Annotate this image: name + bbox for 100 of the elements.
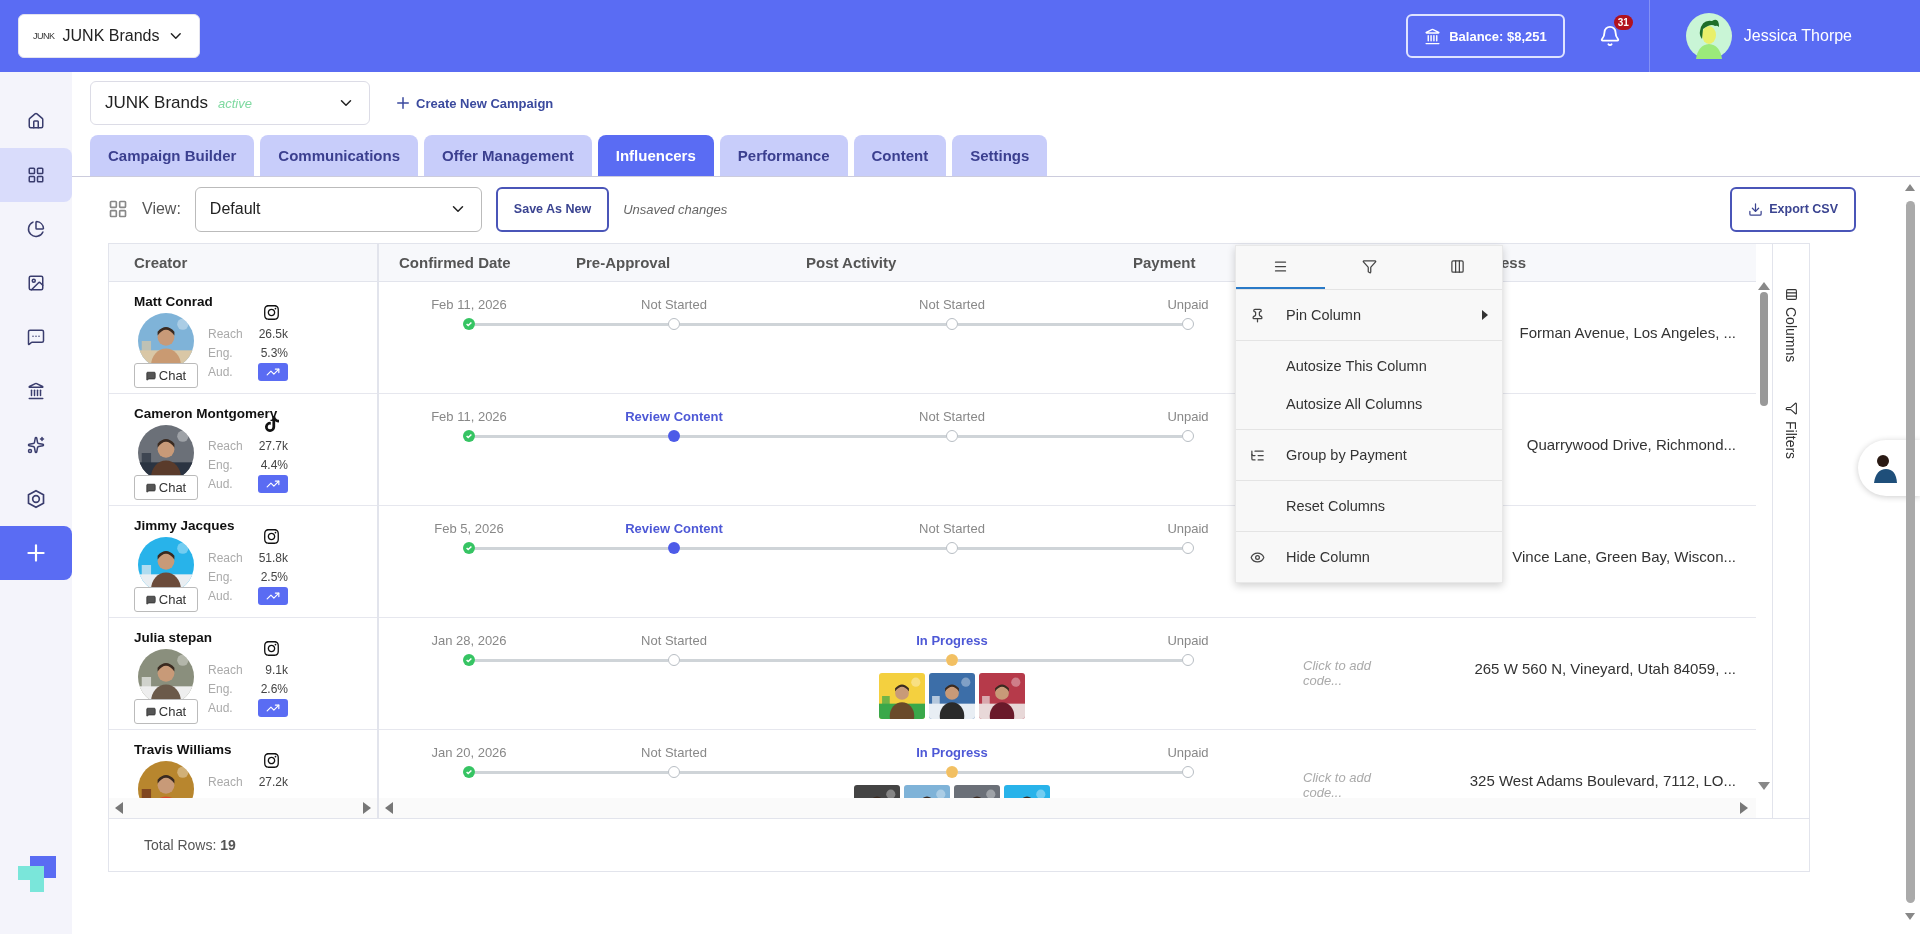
create-campaign-link[interactable]: Create New Campaign [394,94,554,112]
stat-value: 5.3% [260,345,288,360]
chat-button[interactable]: Chat [134,363,198,388]
stat-value: 9.1k [265,662,288,677]
list-icon [1250,447,1265,463]
menu-item[interactable]: Group by Payment [1236,436,1502,474]
stat-label: Eng. [208,345,233,360]
view-icon [108,199,128,219]
menu-item[interactable]: Autosize All Columns [1236,385,1502,423]
stat-label: Aud. [208,588,233,603]
creator-name: Travis Williams [134,742,233,757]
scroll-up-arrow[interactable] [1758,282,1770,290]
tab[interactable]: Influencers [597,135,714,176]
side-panel-tab[interactable]: Filters [1783,402,1799,460]
step-label: Not Started [919,409,985,426]
scroll-up-arrow[interactable] [1905,184,1915,191]
sidebar-item[interactable] [0,148,72,202]
address-text: Vince Lane, Green Bay, Wiscon... [1512,548,1736,565]
step-label: Not Started [641,297,707,314]
pie-chart-icon [27,220,45,238]
step-label: Jan 20, 2026 [431,745,507,762]
chat-icon [145,706,156,717]
stat-value: 2.6% [260,681,288,696]
step-label: Feb 5, 2026 [434,521,504,538]
brand-logo: JUNK [33,31,55,41]
eye-icon [1250,549,1265,565]
chat-icon [145,594,156,605]
campaign-selector[interactable]: JUNK Brands active [90,81,370,125]
address-text: 325 West Adams Boulevard, 7112, LO... [1469,772,1736,789]
step-label: Unpaid [1167,633,1209,650]
step-label: Unpaid [1167,521,1209,538]
audience-button[interactable] [258,474,288,493]
scroll-right-arrow[interactable] [363,802,371,814]
step-label: Unpaid [1167,409,1209,426]
scrollbar-thumb[interactable] [1905,201,1915,903]
audience-button[interactable] [258,698,288,717]
stat-label: Reach [208,774,243,789]
stat-value: 27.7k [258,438,288,453]
tab[interactable]: Communications [260,135,419,176]
menu-item[interactable]: Hide Column [1236,538,1502,576]
bank-icon [27,382,45,400]
columns-icon [1784,288,1798,301]
stat-value: 26.5k [258,326,288,341]
stat-label: Aud. [208,700,233,715]
stat-label: Reach [208,326,243,341]
chat-icon [145,370,156,381]
stat-label: Eng. [208,569,233,584]
stat-label: Reach [208,438,243,453]
brand-selector[interactable]: JUNK JUNK Brands [18,14,200,58]
export-csv-button[interactable]: Export CSV [1730,186,1856,232]
menu-item[interactable]: Reset Columns [1236,487,1502,525]
stat-label: Reach [208,550,243,565]
step-label: Feb 11, 2026 [431,409,507,426]
stat-label: Eng. [208,457,233,472]
stat-label: Eng. [208,681,233,696]
menu-icon [1272,259,1288,274]
menu-item[interactable]: Autosize This Column [1236,347,1502,385]
chat-button[interactable]: Chat [134,475,198,500]
tab[interactable]: Performance [719,135,848,176]
chat-button[interactable]: Chat [134,699,198,724]
column-header: Confirmed Date [399,254,511,271]
status-label: active [218,95,252,111]
address-text: 265 W 560 N, Vineyard, Utah 84059, ... [1474,660,1736,677]
save-as-new-button[interactable]: Save As New [495,186,610,232]
user-name: Jessica Thorpe [1743,27,1852,45]
tab[interactable]: Campaign Builder [90,135,255,176]
sparkle-icon [27,436,45,454]
home-icon [27,112,45,130]
scroll-right-arrow[interactable] [1740,802,1748,814]
step-label: Feb 11, 2026 [431,297,507,314]
audience-button[interactable] [258,362,288,381]
chat-icon [27,328,45,346]
step-label: Review Content [625,409,723,426]
user-avatar [1685,13,1732,59]
address-text: Quarrywood Drive, Richmond... [1526,436,1736,453]
tab[interactable]: Settings [952,135,1048,176]
view-selector[interactable]: Default [194,186,482,232]
scroll-down-arrow[interactable] [1758,782,1770,790]
tab[interactable]: Content [853,135,947,176]
column-header: Post Activity [806,254,897,271]
audience-button[interactable] [258,586,288,605]
menu-item[interactable]: Pin Column [1236,296,1502,334]
creator-name: Cameron Montgomery [134,406,279,421]
step-label: Not Started [919,521,985,538]
scroll-left-arrow[interactable] [115,802,123,814]
bank-icon [1424,27,1442,45]
view-label: View: [142,200,181,218]
step-label: Unpaid [1167,297,1209,314]
column-header: Payment [1133,254,1196,271]
side-panel-tab[interactable]: Columns [1783,288,1799,363]
chat-button[interactable]: Chat [134,587,198,612]
stat-value: 2.5% [260,569,288,584]
balance-button[interactable]: Balance: $8,251 [1406,14,1565,58]
scrollbar-thumb[interactable] [1760,292,1768,406]
scroll-down-arrow[interactable] [1905,913,1915,920]
pin-icon [1250,307,1265,323]
tab[interactable]: Offer Management [424,135,592,176]
unsaved-note: Unsaved changes [623,201,728,217]
add-button[interactable] [0,526,72,580]
scroll-left-arrow[interactable] [385,802,393,814]
